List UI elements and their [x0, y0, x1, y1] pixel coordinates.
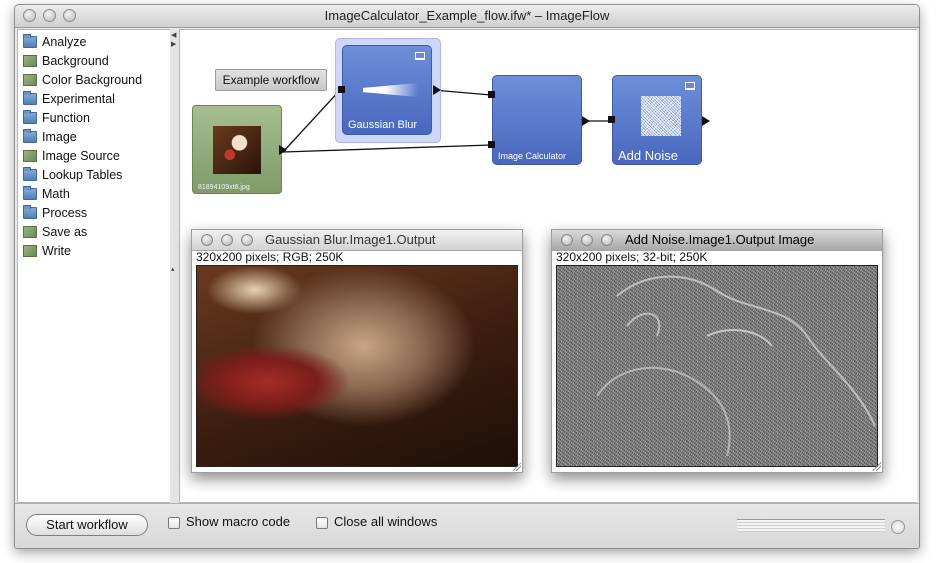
add-noise-output-window: Add Noise.Image1.Output Image 320x200 pi… [551, 229, 883, 473]
sidebar-item-label: Experimental [42, 92, 115, 106]
subwindow-title: Add Noise.Image1.Output Image [625, 232, 815, 247]
output-port-arrow-icon[interactable] [582, 116, 590, 126]
collapse-left-icon[interactable]: ◀ [171, 31, 176, 39]
minimize-window-button[interactable] [581, 234, 593, 246]
node-label: Add Noise [618, 148, 678, 163]
expand-right-icon[interactable]: ▶ [171, 40, 176, 48]
noise-edge-contours [596, 275, 876, 457]
folder-icon [23, 91, 37, 105]
monitor-icon[interactable] [415, 52, 425, 60]
output-port-arrow-icon[interactable] [279, 145, 287, 155]
sidebar-item-label: Analyze [42, 35, 87, 49]
app-window: ImageCalculator_Example_flow.ifw* – Imag… [14, 4, 920, 549]
noise-glyph-icon [641, 96, 681, 136]
window-title: ImageCalculator_Example_flow.ifw* – Imag… [324, 8, 610, 23]
blurred-image [196, 265, 518, 467]
sidebar-item-image[interactable]: Image [23, 128, 168, 147]
image-source-node[interactable]: 81894109xt8.jpg [192, 105, 287, 194]
start-workflow-button[interactable]: Start workflow [26, 514, 148, 536]
input-port-icon[interactable] [338, 86, 345, 93]
subwindow-title-bar[interactable]: Gaussian Blur.Image1.Output [192, 230, 522, 251]
title-bar: ImageCalculator_Example_flow.ifw* – Imag… [15, 5, 919, 28]
sidebar-item-process[interactable]: Process [23, 204, 168, 223]
sidebar-item-lookup-tables[interactable]: Lookup Tables [23, 166, 168, 185]
blur-glyph-icon [363, 83, 418, 97]
plugin-tree-sidebar: Analyze Background Color Background Expe… [17, 29, 171, 503]
progress-bar [737, 519, 885, 532]
folder-icon [23, 34, 37, 48]
sidebar-item-label: Background [42, 54, 109, 68]
minimize-window-button[interactable] [221, 234, 233, 246]
sidebar-item-label: Write [42, 244, 71, 258]
image-icon [23, 226, 37, 238]
close-all-windows-checkbox[interactable] [316, 517, 328, 529]
sidebar-item-save-as[interactable]: Save as [23, 223, 168, 242]
sidebar-item-label: Function [42, 111, 90, 125]
gaussian-blur-output-window: Gaussian Blur.Image1.Output 320x200 pixe… [191, 229, 523, 473]
image-info: 320x200 pixels; RGB; 250K [196, 250, 344, 264]
sidebar-item-label: Image [42, 130, 77, 144]
zoom-window-button[interactable] [601, 234, 613, 246]
input-port-icon[interactable] [608, 116, 615, 123]
image-icon [23, 55, 37, 67]
sidebar-item-write[interactable]: Write [23, 242, 168, 261]
subwindow-title-bar[interactable]: Add Noise.Image1.Output Image [552, 230, 882, 251]
show-macro-code-checkbox[interactable] [168, 517, 180, 529]
input-port-2-icon[interactable] [488, 141, 495, 148]
sidebar-item-analyze[interactable]: Analyze [23, 33, 168, 52]
output-port-arrow-icon[interactable] [433, 85, 441, 95]
output-port-arrow-icon[interactable] [702, 116, 710, 126]
node-label: Gaussian Blur [348, 119, 418, 131]
noise-image [556, 265, 878, 467]
image-icon [23, 74, 37, 86]
sidebar-item-label: Image Source [42, 149, 120, 163]
add-noise-node[interactable]: Add Noise [612, 75, 702, 165]
node-label: Image Calculator [498, 151, 567, 161]
zoom-window-button[interactable] [241, 234, 253, 246]
sidebar-item-experimental[interactable]: Experimental [23, 90, 168, 109]
input-port-1-icon[interactable] [488, 91, 495, 98]
sidebar-item-label: Save as [42, 225, 88, 239]
sidebar-item-function[interactable]: Function [23, 109, 168, 128]
sidebar-item-label: Lookup Tables [42, 168, 123, 182]
sidebar-item-label: Color Background [42, 73, 143, 87]
close-window-button[interactable] [561, 234, 573, 246]
sidebar-item-background[interactable]: Background [23, 52, 168, 71]
source-thumbnail [213, 126, 261, 174]
bottom-toolbar: Start workflow Show macro code Close all… [15, 503, 919, 548]
splitter-grip-icon: ▴ [171, 266, 175, 273]
folder-icon [23, 205, 37, 219]
image-calculator-node[interactable]: Image Calculator [492, 75, 582, 165]
gaussian-blur-node[interactable]: Gaussian Blur [342, 45, 432, 135]
subwindow-title: Gaussian Blur.Image1.Output [265, 232, 436, 247]
split-pane-divider[interactable]: ◀ ▶ ▴ [170, 29, 179, 503]
source-filename: 81894109xt8.jpg [198, 184, 250, 191]
resize-handle-icon[interactable] [871, 461, 881, 471]
workflow-label: Example workflow [215, 69, 327, 91]
folder-icon [23, 167, 37, 181]
monitor-icon[interactable] [685, 82, 695, 90]
sidebar-item-label: Process [42, 206, 88, 220]
activity-spinner-icon [891, 520, 905, 534]
folder-icon [23, 186, 37, 200]
folder-icon [23, 129, 37, 143]
image-icon [23, 245, 37, 257]
resize-handle-icon[interactable] [511, 461, 521, 471]
sidebar-item-label: Math [42, 187, 70, 201]
folder-icon [23, 110, 37, 124]
image-icon [23, 150, 37, 162]
close-all-windows-label: Close all windows [334, 514, 438, 529]
show-macro-code-label: Show macro code [186, 514, 291, 529]
image-info: 320x200 pixels; 32-bit; 250K [556, 250, 708, 264]
sidebar-item-image-source[interactable]: Image Source [23, 147, 168, 166]
sidebar-item-math[interactable]: Math [23, 185, 168, 204]
close-window-button[interactable] [201, 234, 213, 246]
sidebar-item-color-background[interactable]: Color Background [23, 71, 168, 90]
